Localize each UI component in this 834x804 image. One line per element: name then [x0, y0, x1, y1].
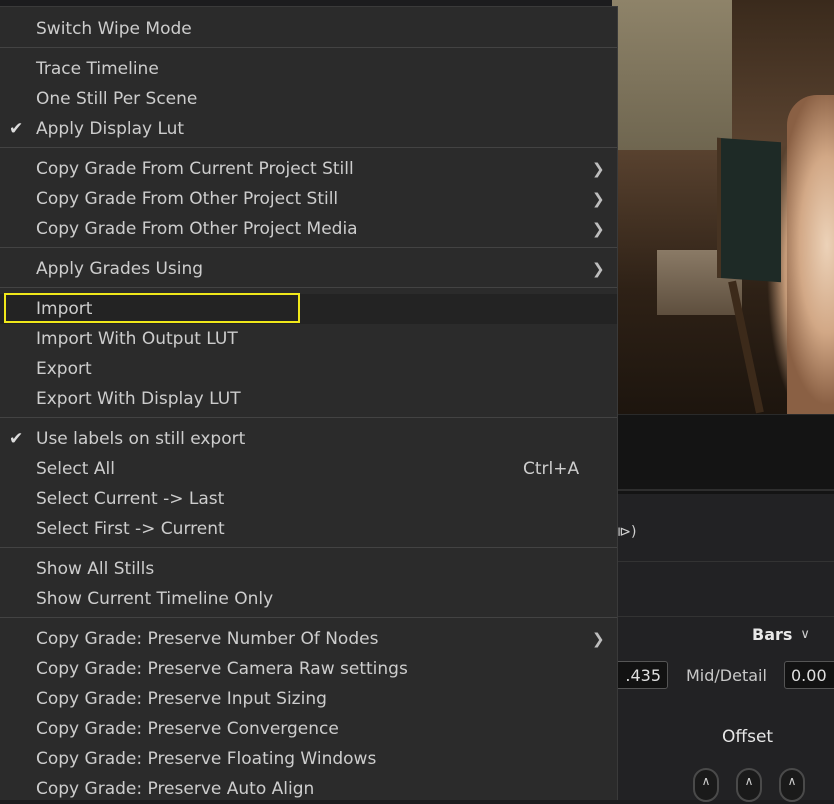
menu-item[interactable]: Show Current Timeline Only — [0, 584, 617, 614]
chevron-right-icon: ❯ — [592, 160, 605, 178]
mid-detail-field[interactable]: 0.00 — [784, 661, 834, 689]
menu-item-label: Export With Display LUT — [36, 389, 241, 409]
chevron-right-icon: ❯ — [592, 630, 605, 648]
viewer-person — [787, 95, 834, 414]
offset-knob[interactable]: ∧ — [779, 768, 805, 802]
context-menu: Switch Wipe Mode Trace Timeline One Still … — [0, 6, 618, 800]
menu-item-label: Copy Grade From Other Project Media — [36, 219, 358, 239]
menu-item[interactable]: Select Current -> Last — [0, 484, 617, 514]
menu-item[interactable]: Copy Grade: Preserve Floating Windows — [0, 744, 617, 774]
menu-item[interactable]: Show All Stills — [0, 554, 617, 584]
menu-item-label: Copy Grade: Preserve Camera Raw settings — [36, 659, 408, 679]
viewer-image — [612, 0, 834, 414]
chevron-right-icon: ❯ — [592, 260, 605, 278]
menu-item-label: Copy Grade: Preserve Input Sizing — [36, 689, 327, 709]
menu-item-label: Copy Grade From Other Project Still — [36, 189, 339, 209]
viewer-chair — [717, 137, 781, 283]
menu-separator — [0, 147, 617, 148]
menu-item[interactable]: One Still Per Scene — [0, 84, 617, 114]
menu-item[interactable]: Select First -> Current — [0, 514, 617, 544]
timeline-strip — [612, 414, 834, 495]
menu-separator — [0, 617, 617, 618]
menu-item-label: Switch Wipe Mode — [36, 19, 192, 39]
menu-item-label: Copy Grade: Preserve Convergence — [36, 719, 339, 739]
menu-item-label: Select First -> Current — [36, 519, 225, 539]
menu-item-label: Apply Grades Using — [36, 259, 204, 279]
menu-item-label: Export — [36, 359, 92, 379]
menu-item[interactable]: ✔ Use labels on still export — [0, 424, 617, 454]
menu-separator — [0, 247, 617, 248]
menu-item[interactable]: Copy Grade From Other Project Still ❯ — [0, 184, 617, 214]
check-icon: ✔ — [9, 429, 24, 449]
menu-item[interactable]: ✔ Apply Display Lut — [0, 114, 617, 144]
menu-separator — [0, 287, 617, 288]
menu-item-label: Apply Display Lut — [36, 119, 185, 139]
menu-item-label: Trace Timeline — [36, 59, 159, 79]
menu-item[interactable]: Apply Grades Using ❯ — [0, 254, 617, 284]
scope-mode-label: Bars — [752, 625, 793, 644]
offset-knob[interactable]: ∧ — [693, 768, 719, 802]
menu-item[interactable]: Switch Wipe Mode — [0, 14, 617, 44]
viewer-chair-leg — [728, 280, 764, 414]
menu-item-label: Import With Output LUT — [36, 329, 238, 349]
menu-item[interactable]: Select All Ctrl+A — [0, 454, 617, 484]
menu-item[interactable]: Copy Grade: Preserve Input Sizing — [0, 684, 617, 714]
highlight-box — [4, 293, 300, 323]
menu-item-label: Copy Grade: Preserve Number Of Nodes — [36, 629, 379, 649]
menu-separator — [0, 417, 617, 418]
menu-item[interactable]: Trace Timeline — [0, 54, 617, 84]
menu-item-label: Select Current -> Last — [36, 489, 225, 509]
menu-separator — [0, 547, 617, 548]
menu-separator — [0, 47, 617, 48]
menu-item[interactable]: Export — [0, 354, 617, 384]
viewer-window-area — [612, 0, 732, 150]
menu-item[interactable]: Copy Grade: Preserve Convergence — [0, 714, 617, 744]
menu-item[interactable]: Copy Grade: Preserve Camera Raw settings — [0, 654, 617, 684]
menu-item[interactable]: Copy Grade From Other Project Media ❯ — [0, 214, 617, 244]
menu-item[interactable]: Copy Grade: Preserve Number Of Nodes ❯ — [0, 624, 617, 654]
menu-item-label: Select All — [36, 459, 115, 479]
menu-item-label: Use labels on still export — [36, 429, 246, 449]
check-icon: ✔ — [9, 119, 24, 139]
panel-divider — [612, 616, 834, 617]
chevron-right-icon: ❯ — [592, 220, 605, 238]
panel-divider — [612, 561, 834, 562]
scope-mode-dropdown[interactable]: Bars ∨ — [752, 625, 810, 644]
param-value-field[interactable]: .435 — [612, 661, 668, 689]
menu-item[interactable]: Import With Output LUT — [0, 324, 617, 354]
offset-knob[interactable]: ∧ — [736, 768, 762, 802]
color-panel — [612, 494, 834, 800]
menu-item-label: One Still Per Scene — [36, 89, 198, 109]
menu-item[interactable]: Copy Grade From Current Project Still ❯ — [0, 154, 617, 184]
menu-item-label: Show Current Timeline Only — [36, 589, 274, 609]
menu-item[interactable]: Export With Display LUT — [0, 384, 617, 414]
offset-label: Offset — [722, 727, 774, 747]
menu-item-label: Show All Stills — [36, 559, 155, 579]
menu-item-shortcut: Ctrl+A — [523, 459, 580, 479]
mid-detail-label: Mid/Detail — [686, 666, 767, 685]
menu-item-label: Copy Grade: Preserve Floating Windows — [36, 749, 377, 769]
audio-icon[interactable]: ⧐) — [617, 524, 636, 540]
menu-item-label: Copy Grade From Current Project Still — [36, 159, 354, 179]
chevron-down-icon: ∨ — [800, 627, 810, 642]
chevron-right-icon: ❯ — [592, 190, 605, 208]
